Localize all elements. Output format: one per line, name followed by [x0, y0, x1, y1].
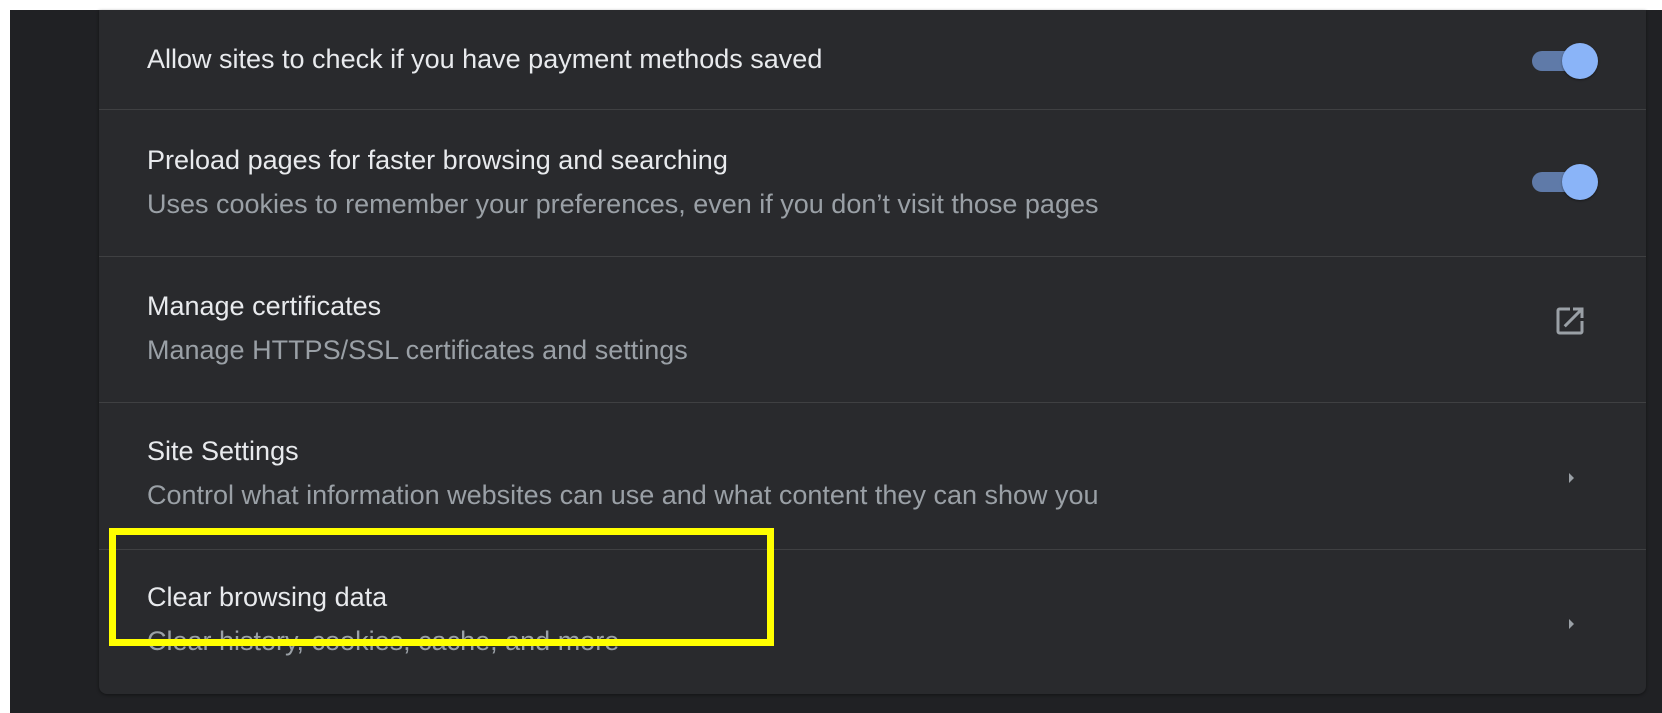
- payment-methods-toggle[interactable]: [1532, 42, 1598, 79]
- site-settings-row[interactable]: Site Settings Control what information w…: [99, 402, 1646, 549]
- payment-methods-row[interactable]: Allow sites to check if you have payment…: [99, 10, 1646, 109]
- site-settings-title: Site Settings: [147, 436, 299, 466]
- manage-certificates-row[interactable]: Manage certificates Manage HTTPS/SSL cer…: [99, 256, 1646, 402]
- toggle-knob: [1562, 164, 1598, 200]
- preload-pages-title: Preload pages for faster browsing and se…: [147, 145, 728, 175]
- site-settings-subtitle: Control what information websites can us…: [147, 480, 1099, 510]
- preload-pages-row[interactable]: Preload pages for faster browsing and se…: [99, 109, 1646, 256]
- preload-pages-toggle[interactable]: [1532, 163, 1598, 200]
- preload-pages-subtitle: Uses cookies to remember your preference…: [147, 189, 1099, 219]
- clear-browsing-data-title: Clear browsing data: [147, 582, 388, 612]
- manage-certificates-subtitle: Manage HTTPS/SSL certificates and settin…: [147, 335, 688, 365]
- settings-page: Allow sites to check if you have payment…: [10, 10, 1662, 713]
- launch-icon[interactable]: [1552, 303, 1588, 339]
- privacy-settings-card: Allow sites to check if you have payment…: [99, 10, 1646, 694]
- chevron-right-icon[interactable]: [1559, 466, 1583, 490]
- manage-certificates-title: Manage certificates: [147, 291, 382, 321]
- clear-browsing-data-subtitle: Clear history, cookies, cache, and more: [147, 626, 620, 656]
- payment-methods-title: Allow sites to check if you have payment…: [147, 44, 823, 74]
- clear-browsing-data-row[interactable]: Clear browsing data Clear history, cooki…: [99, 549, 1646, 694]
- toggle-knob: [1562, 43, 1598, 79]
- chevron-right-icon[interactable]: [1559, 612, 1583, 636]
